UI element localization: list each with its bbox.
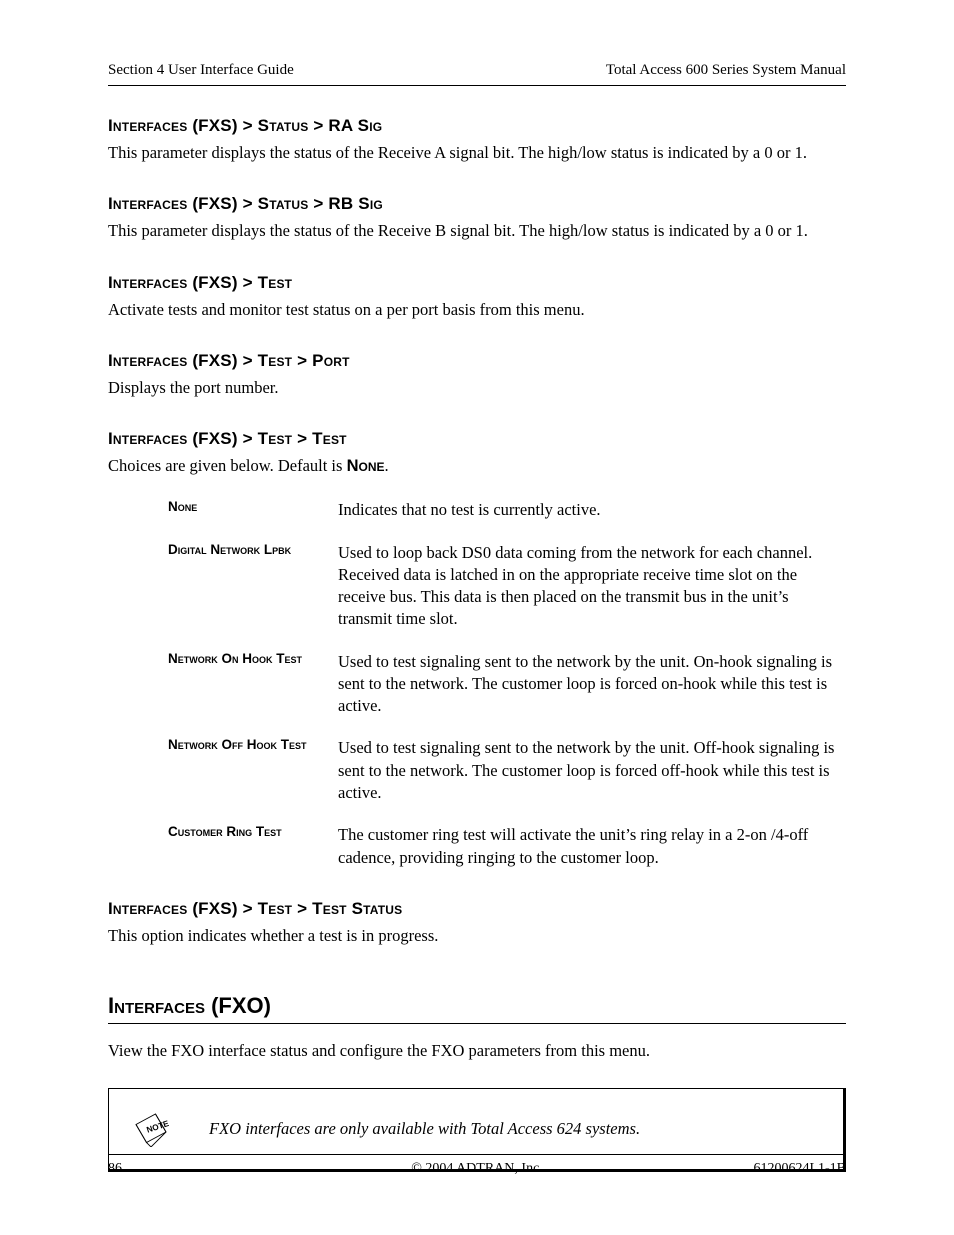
heading-test-status: Interfaces (FXS) > Test > Test Status — [108, 899, 846, 919]
body-test-status: This option indicates whether a test is … — [108, 925, 846, 947]
heading-rb-sig: Interfaces (FXS) > Status > RB Sig — [108, 194, 846, 214]
list-item: Customer Ring Test The customer ring tes… — [168, 824, 846, 869]
term-none: None — [168, 499, 338, 514]
page-footer: 86 © 2004 ADTRAN, Inc. 61200624L1-1B — [108, 1154, 846, 1177]
body-test: Activate tests and monitor test status o… — [108, 299, 846, 321]
body-test-test-post: . — [385, 456, 389, 475]
heading-interfaces-fxo: Interfaces (FXO) — [108, 993, 846, 1024]
desc-network-on-hook: Used to test signaling sent to the netwo… — [338, 651, 846, 718]
list-item: Digital Network Lpbk Used to loop back D… — [168, 542, 846, 631]
term-network-off-hook: Network Off Hook Test — [168, 737, 338, 752]
desc-network-off-hook: Used to test signaling sent to the netwo… — [338, 737, 846, 804]
body-ra-sig: This parameter displays the status of th… — [108, 142, 846, 164]
body-test-test-bold: None — [347, 457, 385, 475]
list-item: Network On Hook Test Used to test signal… — [168, 651, 846, 718]
body-test-test: Choices are given below. Default is None… — [108, 455, 846, 477]
term-customer-ring-test: Customer Ring Test — [168, 824, 338, 839]
heading-test-test: Interfaces (FXS) > Test > Test — [108, 429, 846, 449]
note-icon: NOTE — [133, 1111, 169, 1147]
term-digital-network-lpbk: Digital Network Lpbk — [168, 542, 338, 557]
body-interfaces-fxo: View the FXO interface status and config… — [108, 1040, 846, 1062]
footer-page-number: 86 — [108, 1161, 122, 1177]
list-item: None Indicates that no test is currently… — [168, 499, 846, 521]
desc-none: Indicates that no test is currently acti… — [338, 499, 846, 521]
desc-digital-network-lpbk: Used to loop back DS0 data coming from t… — [338, 542, 846, 631]
body-test-port: Displays the port number. — [108, 377, 846, 399]
heading-test: Interfaces (FXS) > Test — [108, 273, 846, 293]
footer-copyright: © 2004 ADTRAN, Inc. — [411, 1161, 543, 1177]
page-header: Section 4 User Interface Guide Total Acc… — [108, 62, 846, 86]
header-left: Section 4 User Interface Guide — [108, 62, 294, 79]
list-item: Network Off Hook Test Used to test signa… — [168, 737, 846, 804]
body-test-test-pre: Choices are given below. Default is — [108, 456, 347, 475]
heading-ra-sig: Interfaces (FXS) > Status > RA Sig — [108, 116, 846, 136]
header-right: Total Access 600 Series System Manual — [606, 62, 846, 79]
desc-customer-ring-test: The customer ring test will activate the… — [338, 824, 846, 869]
body-rb-sig: This parameter displays the status of th… — [108, 220, 846, 242]
heading-test-port: Interfaces (FXS) > Test > Port — [108, 351, 846, 371]
note-text: FXO interfaces are only available with T… — [209, 1119, 640, 1139]
footer-doc-id: 61200624L1-1B — [753, 1161, 846, 1177]
term-network-on-hook: Network On Hook Test — [168, 651, 338, 666]
test-options-list: None Indicates that no test is currently… — [168, 499, 846, 868]
